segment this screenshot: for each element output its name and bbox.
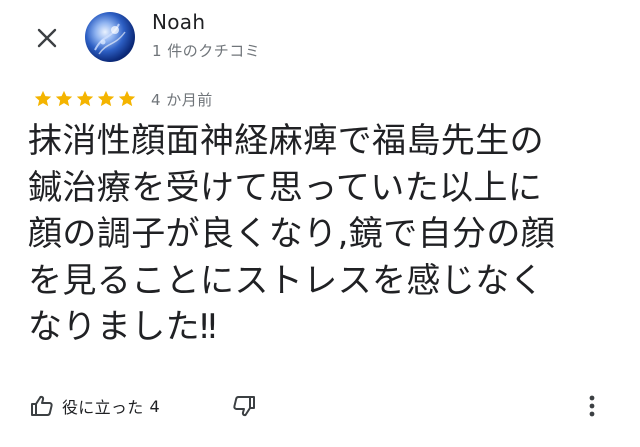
more-vertical-icon [589, 395, 595, 417]
star-icon [76, 90, 94, 107]
review-date: 4 か月前 [151, 90, 213, 109]
thumbs-down-icon [233, 396, 255, 417]
star-rating [33, 89, 137, 109]
helpful-count: 4 [149, 396, 160, 416]
close-button[interactable] [30, 21, 64, 55]
user-review-count: 1 件のクチコミ [152, 42, 261, 60]
close-icon [37, 28, 57, 48]
dislike-button[interactable] [230, 392, 258, 420]
star-icon [34, 90, 52, 107]
avatar-image [94, 23, 126, 55]
action-bar: 役に立った 4 [30, 392, 160, 420]
review-text: 抹消性顔面神経麻痺で福島先生の 鍼治療を受けて思っていた以上に 顔の調子が良くな… [28, 121, 556, 347]
thumbs-up-icon [31, 395, 53, 416]
helpful-label: 役に立った [62, 398, 144, 417]
more-options-button[interactable] [578, 392, 606, 420]
rating-row: 4 か月前 [33, 88, 213, 110]
star-icon [55, 90, 73, 107]
star-icon [97, 90, 115, 107]
helpful-button[interactable]: 役に立った 4 [30, 394, 160, 418]
star-icon [118, 90, 136, 107]
avatar[interactable] [85, 12, 135, 62]
user-name[interactable]: Noah [152, 10, 205, 34]
